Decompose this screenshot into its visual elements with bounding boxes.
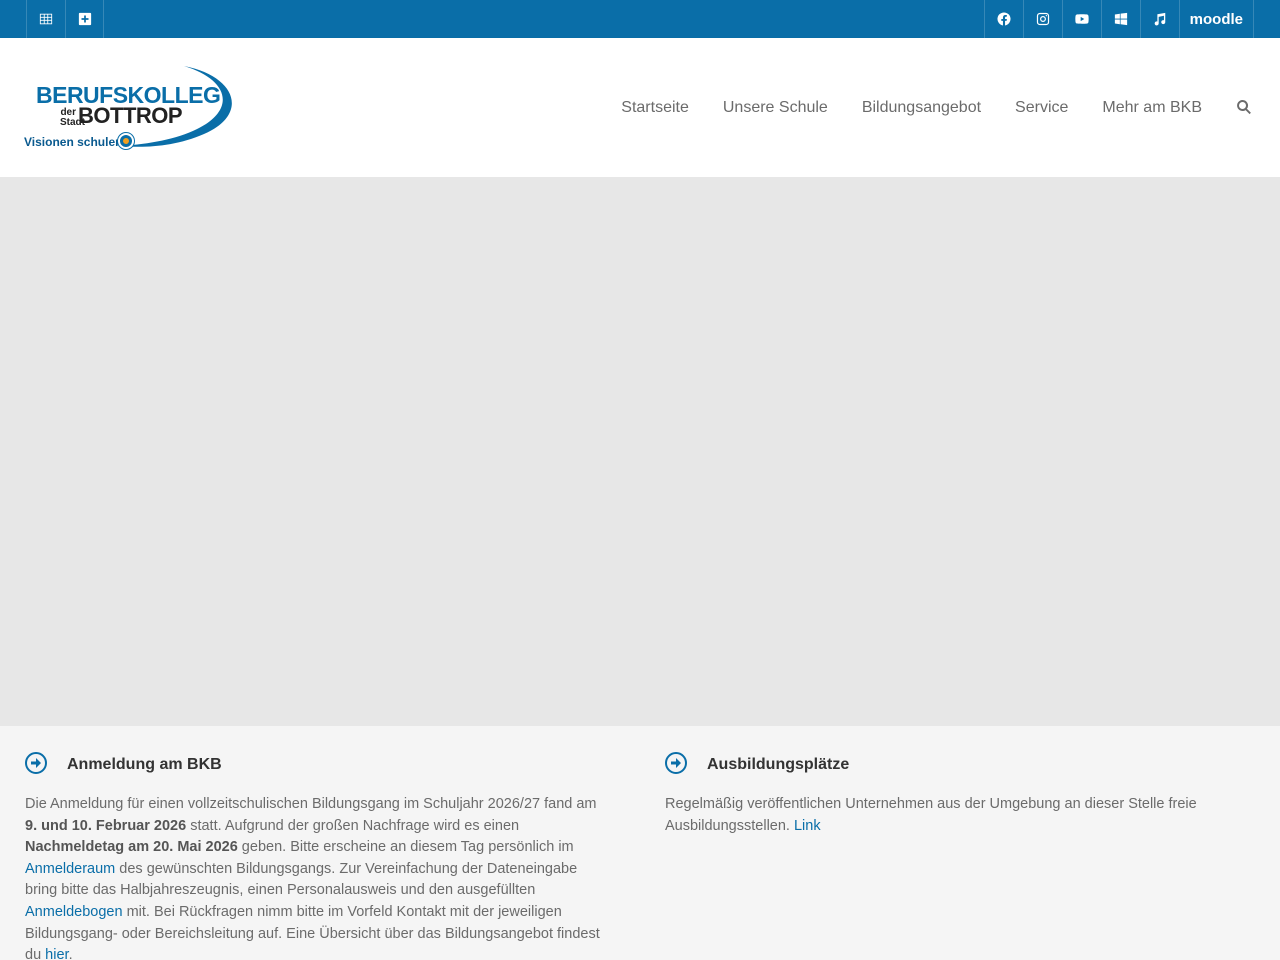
bildungsangebot-hier-link[interactable]: hier	[45, 947, 68, 960]
nav-item-unsere-schule[interactable]: Unsere Schule	[723, 99, 828, 117]
nav-item-service[interactable]: Service	[1015, 99, 1068, 117]
anmeldebogen-link[interactable]: Anmeldebogen	[25, 904, 123, 920]
facebook-icon[interactable]	[983, 0, 1023, 38]
hero-slider-placeholder	[0, 177, 1280, 726]
top-bar-right: moodle	[983, 0, 1254, 38]
table-icon[interactable]	[26, 0, 65, 38]
logo-tagline: Visionen schulen	[24, 135, 123, 149]
top-bar: moodle	[0, 0, 1280, 38]
windows-icon[interactable]	[1100, 0, 1140, 38]
section-ausbildungsplaetze: Ausbildungsplätze Regelmäßig veröffentli…	[665, 750, 1245, 837]
section-anmeldung: Anmeldung am BKB Die Anmeldung für einen…	[25, 750, 605, 960]
nav-item-startseite[interactable]: Startseite	[621, 99, 689, 117]
section-text: Die Anmeldung für einen vollzeitschulisc…	[25, 794, 605, 960]
search-icon[interactable]	[1236, 99, 1254, 117]
arrow-right-circle-icon	[25, 752, 47, 774]
plus-square-icon[interactable]	[65, 0, 104, 38]
top-bar-left	[26, 0, 104, 38]
music-icon[interactable]	[1139, 0, 1179, 38]
logo-badge-icon	[118, 133, 134, 149]
school-logo[interactable]: BERUFSKOLLEG der Stadt BOTTROP Visionen s…	[24, 62, 246, 154]
section-title: Anmeldung am BKB	[67, 756, 222, 773]
arrow-right-circle-icon	[665, 752, 687, 774]
nav-item-mehr-am-bkb[interactable]: Mehr am BKB	[1102, 99, 1202, 117]
moodle-link[interactable]: moodle	[1178, 0, 1254, 38]
main-nav: Startseite Unsere Schule Bildungsangebot…	[621, 38, 1280, 177]
site-header: BERUFSKOLLEG der Stadt BOTTROP Visionen s…	[0, 38, 1280, 177]
section-header: Anmeldung am BKB	[25, 750, 605, 776]
section-text: Regelmäßig veröffentlichen Unternehmen a…	[665, 796, 1197, 834]
youtube-icon[interactable]	[1061, 0, 1101, 38]
ausbildung-link[interactable]: Link	[794, 818, 821, 834]
anmelderaum-link[interactable]: Anmelderaum	[25, 861, 115, 877]
logo-city: BOTTROP	[78, 103, 183, 128]
instagram-icon[interactable]	[1022, 0, 1062, 38]
nav-item-bildungsangebot[interactable]: Bildungsangebot	[862, 99, 981, 117]
section-title: Ausbildungsplätze	[707, 756, 850, 773]
logo-der-stadt: der Stadt	[60, 107, 85, 128]
section-header: Ausbildungsplätze	[665, 750, 1245, 776]
